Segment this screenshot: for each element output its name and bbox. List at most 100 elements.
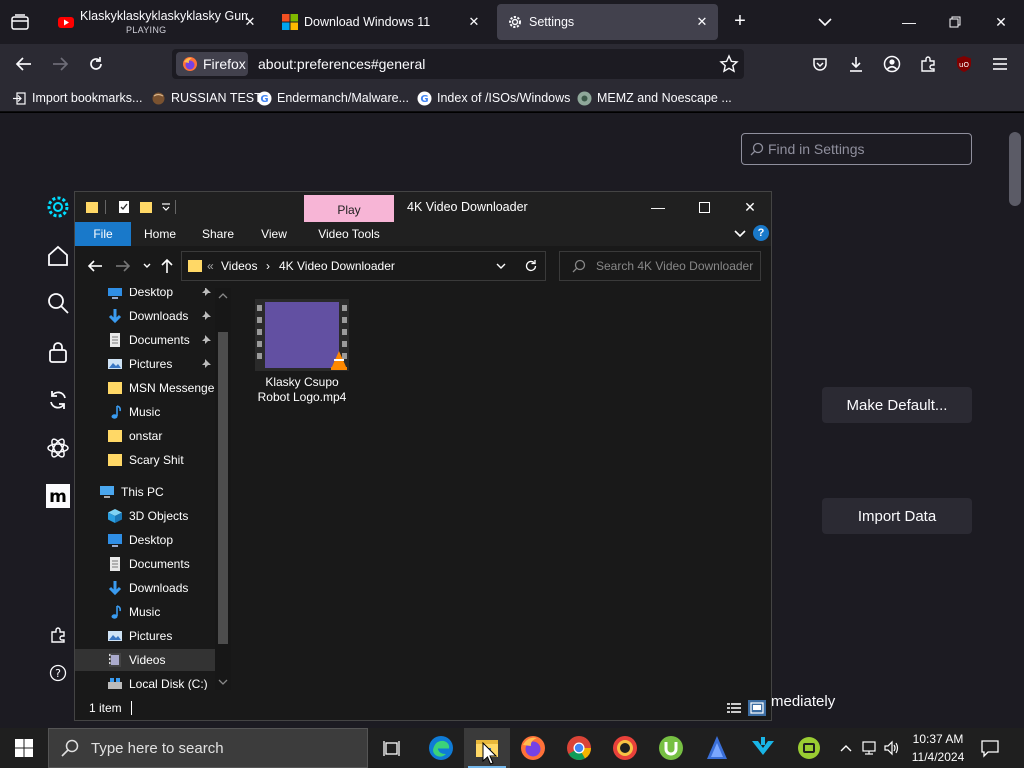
category-sync[interactable]	[44, 386, 72, 414]
ribbon-tab-share[interactable]: Share	[193, 222, 243, 246]
new-folder-icon[interactable]	[139, 200, 153, 214]
taskbar-firefox[interactable]	[510, 728, 556, 768]
forward-button[interactable]	[46, 50, 74, 78]
account-button[interactable]	[878, 50, 906, 78]
ribbon-tab-home[interactable]: Home	[137, 222, 183, 246]
volume-button[interactable]	[882, 738, 902, 758]
explorer-close-button[interactable]: ✕	[727, 192, 773, 222]
nav-item-downloads[interactable]: Downloads	[75, 577, 215, 599]
category-mozilla-m[interactable]: m	[44, 482, 72, 510]
back-button[interactable]	[10, 50, 38, 78]
play-contextual-tab[interactable]: Play	[304, 195, 394, 222]
task-view-button[interactable]	[370, 728, 416, 768]
nav-item-documents[interactable]: Documents	[75, 329, 215, 351]
category-home[interactable]	[44, 242, 72, 270]
tab-settings[interactable]: Settings ✕	[497, 4, 718, 40]
taskbar-clock[interactable]: 10:37 AM 11/4/2024	[904, 730, 972, 766]
explorer-search-input[interactable]: Search 4K Video Downloader	[559, 251, 761, 281]
address-dropdown-icon[interactable]	[495, 260, 507, 272]
recent-locations-button[interactable]	[137, 256, 157, 276]
pocket-button[interactable]	[806, 50, 834, 78]
expand-ribbon-icon[interactable]	[733, 227, 747, 241]
nav-item-desktop[interactable]: Desktop	[75, 288, 215, 303]
taskbar-app-cyan[interactable]	[740, 728, 786, 768]
new-tab-button[interactable]: +	[728, 10, 752, 34]
downloads-button[interactable]	[842, 50, 870, 78]
bookmark-import[interactable]: Import bookmarks...	[12, 89, 142, 107]
make-default-button[interactable]: Make Default...	[822, 387, 972, 423]
bookmark-memz[interactable]: MEMZ and Noescape ...	[577, 89, 732, 107]
nav-item-this-pc[interactable]: This PC	[75, 481, 215, 503]
bookmark-russian-test[interactable]: RUSSIAN TEST	[151, 89, 262, 107]
bookmark-star-button[interactable]	[718, 53, 740, 75]
taskbar-app-green[interactable]	[786, 728, 832, 768]
up-button[interactable]	[157, 256, 177, 276]
nav-item-videos[interactable]: Videos	[75, 649, 215, 671]
minimize-button[interactable]: —	[886, 0, 932, 44]
close-window-button[interactable]: ✕	[978, 0, 1024, 44]
find-in-settings-input[interactable]: Find in Settings	[741, 133, 972, 165]
nav-item-local-disk-c[interactable]: Local Disk (C:)	[75, 673, 215, 690]
taskbar-opera[interactable]	[602, 728, 648, 768]
reload-button[interactable]	[82, 50, 110, 78]
navigation-pane-scroll-thumb[interactable]	[218, 332, 228, 644]
nav-item-desktop[interactable]: Desktop	[75, 529, 215, 551]
taskbar-utorrent[interactable]	[648, 728, 694, 768]
customize-qat-icon[interactable]	[159, 200, 173, 214]
nav-item-onstar[interactable]: onstar	[75, 425, 215, 447]
taskbar-edge[interactable]	[418, 728, 464, 768]
details-view-icon[interactable]	[725, 700, 743, 716]
explorer-minimize-button[interactable]: —	[635, 192, 681, 222]
notifications-button[interactable]	[980, 738, 1002, 758]
explorer-forward-button[interactable]	[113, 256, 133, 276]
properties-icon[interactable]	[117, 200, 131, 214]
nav-item-documents[interactable]: Documents	[75, 553, 215, 575]
nav-item-downloads[interactable]: Downloads	[75, 305, 215, 327]
url-text[interactable]: about:preferences#general	[258, 56, 425, 72]
ribbon-tab-view[interactable]: View	[251, 222, 297, 246]
category-more-from-mozilla[interactable]	[44, 434, 72, 462]
large-icons-view-icon[interactable]	[748, 700, 766, 716]
bookmark-index-isos[interactable]: G Index of /ISOs/Windows	[417, 89, 570, 107]
nav-item-pictures[interactable]: Pictures	[75, 353, 215, 375]
tab-close-button[interactable]: ✕	[242, 14, 258, 30]
taskbar-search-box[interactable]: Type here to search	[48, 728, 368, 768]
tab-close-button[interactable]: ✕	[694, 14, 710, 30]
scroll-down-icon[interactable]	[218, 678, 228, 686]
ublock-button[interactable]: uO	[950, 50, 978, 78]
tab-download-windows[interactable]: Download Windows 11 ✕	[272, 4, 490, 40]
import-data-button[interactable]: Import Data	[822, 498, 972, 534]
breadcrumb-videos[interactable]: Videos	[221, 259, 257, 273]
extensions-button[interactable]	[914, 50, 942, 78]
explorer-maximize-button[interactable]	[681, 192, 727, 222]
start-button[interactable]	[0, 728, 48, 768]
network-button[interactable]	[860, 738, 880, 758]
navigation-pane-scrollbar[interactable]	[215, 288, 231, 690]
taskbar-app-blue[interactable]	[694, 728, 740, 768]
taskbar-chrome[interactable]	[556, 728, 602, 768]
page-scrollbar-thumb[interactable]	[1009, 132, 1021, 206]
tab-youtube[interactable]: Klaskyklaskyklaskyklasky Gumm PLAYING ✕	[48, 4, 266, 40]
nav-item-msn-messenger[interactable]: MSN Messenger	[75, 377, 218, 399]
breadcrumb-overflow[interactable]: «	[207, 259, 214, 273]
restore-button[interactable]	[932, 0, 978, 44]
ribbon-tab-video-tools[interactable]: Video Tools	[309, 222, 389, 246]
ribbon-tab-file[interactable]: File	[75, 222, 131, 246]
nav-item-scary-shit[interactable]: Scary Shit	[75, 449, 215, 471]
refresh-icon[interactable]	[524, 259, 538, 273]
bookmark-endermanch[interactable]: G Endermanch/Malware...	[257, 89, 409, 107]
support-link[interactable]: ?	[44, 659, 72, 687]
tab-close-button[interactable]: ✕	[466, 14, 482, 30]
category-search[interactable]	[44, 289, 72, 317]
nav-item-pictures[interactable]: Pictures	[75, 625, 215, 647]
nav-item-music[interactable]: Music	[75, 401, 215, 423]
firefox-view-button[interactable]	[6, 10, 34, 34]
show-hidden-icons-button[interactable]	[836, 738, 856, 758]
scroll-up-icon[interactable]	[218, 292, 228, 300]
menu-button[interactable]	[986, 50, 1014, 78]
category-privacy[interactable]	[44, 338, 72, 366]
breadcrumb-4k-video-downloader[interactable]: 4K Video Downloader	[279, 259, 395, 273]
help-icon[interactable]: ?	[753, 225, 769, 241]
explorer-back-button[interactable]	[85, 256, 105, 276]
category-general[interactable]	[44, 193, 72, 221]
